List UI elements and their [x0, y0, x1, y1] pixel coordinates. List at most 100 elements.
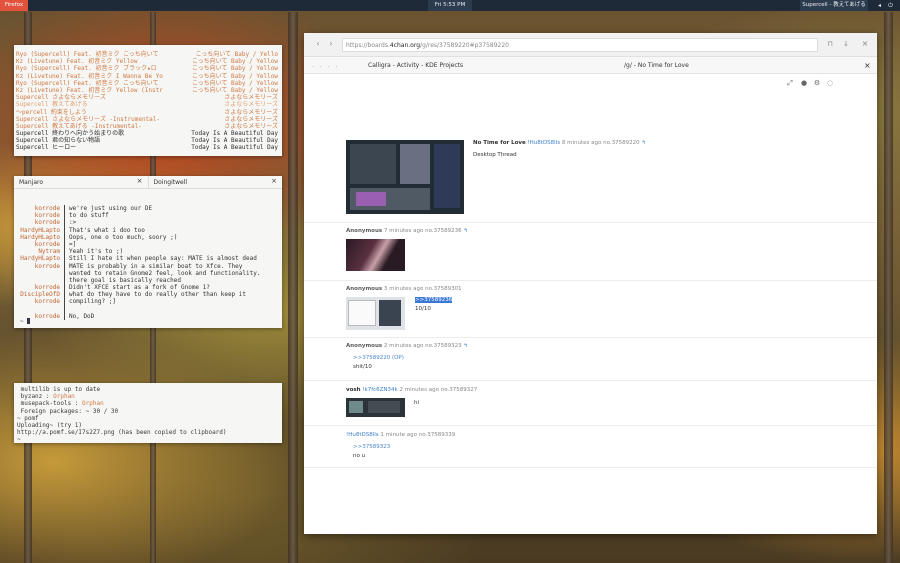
expand-icon[interactable]: ⤢	[786, 79, 794, 87]
chat-line: korrode =]	[18, 240, 278, 249]
forward-icon[interactable]: ›	[326, 39, 336, 49]
chat-icon[interactable]: ●	[800, 79, 808, 87]
thread-op: No Time for Love !Hu8tDS8lls 8 minutes a…	[304, 134, 877, 223]
close-window-icon[interactable]: ×	[860, 39, 870, 49]
browser-window[interactable]: ‹ › https://boards.4chan.org/g/res/37589…	[304, 33, 877, 534]
refresh-icon[interactable]: ◌	[826, 79, 834, 87]
post-meta[interactable]: 2 minutes ago no.37589323	[384, 343, 462, 349]
track-title: 〜percell 約束をしよう	[16, 108, 87, 116]
thumb-panel	[349, 401, 363, 413]
reader-icon[interactable]: ⊓	[825, 39, 835, 49]
message: to do stuff	[69, 212, 109, 220]
reply-icon[interactable]: ↰	[463, 343, 468, 349]
reply-post: !Hu8tDS8lls 1 minute ago no.37589339 >>3…	[304, 426, 877, 468]
message: what do they have to do really other tha…	[69, 291, 247, 299]
post-body: >>37589236 10/10	[415, 297, 453, 312]
playlist-row[interactable]: 〜percell 約束をしよう さよならメモリーズ	[16, 109, 280, 116]
status-text: Orphan	[82, 400, 104, 408]
reply-post: Anonymous 2 minutes ago no.37589323 ↰ >>…	[304, 338, 877, 381]
irc-terminal[interactable]: Manjaro × Doingitwell × korrode we're jus…	[14, 176, 282, 328]
close-icon[interactable]: ×	[137, 177, 143, 185]
tab-doingitwell[interactable]: Doingitwell ×	[147, 176, 283, 188]
line-text: Uploading~ (try 1)	[17, 421, 83, 429]
reply-post: Anonymous 3 minutes ago no.37589301 >>37…	[304, 281, 877, 338]
post-meta[interactable]: 1 minute ago no.37589339	[380, 432, 455, 438]
playlist-row[interactable]: Ryo (Supercell) Feat. 初音ミク ブラック★ロ こっち向いて …	[16, 65, 280, 72]
post-image[interactable]	[346, 239, 405, 271]
post-meta[interactable]: 3 minutes ago no.37589301	[384, 286, 462, 292]
chat-line: korrode to do stuff	[18, 212, 278, 220]
nick: korrode	[34, 298, 60, 306]
post-header: vosh !k7fc6ZN34k 2 minutes ago no.375893…	[346, 387, 477, 393]
power-icon[interactable]: ⏻	[887, 2, 894, 9]
music-player-terminal[interactable]: Ryo (Supercell) Feat. 初音ミク こっち向いて こっち向いて …	[14, 45, 282, 156]
close-icon[interactable]: ×	[271, 177, 277, 185]
playlist-row[interactable]: Ryo (Supercell) Feat. 初音ミク こっち向いて こっち向いて …	[16, 80, 280, 87]
post-meta[interactable]: 7 minutes ago no.37589236	[384, 228, 462, 234]
url-host: 4chan.org	[389, 42, 421, 49]
post-body: hi	[414, 400, 420, 406]
album-name: Today Is A Beautiful Day	[191, 144, 278, 152]
download-icon[interactable]: ↓	[841, 39, 851, 49]
post-image[interactable]	[346, 297, 405, 330]
tree-trunk	[288, 12, 298, 563]
post-image[interactable]	[346, 398, 405, 417]
post-meta[interactable]: 8 minutes ago no.37589220	[562, 140, 640, 146]
volume-icon[interactable]: ◂	[876, 2, 883, 9]
post-body: >>37589220 (OP) shit/10	[353, 355, 404, 370]
album-name: こっち向いて Baby / Yellow	[192, 65, 278, 73]
thumb-panel	[400, 144, 430, 184]
track-title: Supercell 教えてあげる	[16, 101, 88, 109]
tab-calligra[interactable]: Calligra - Activity - KDE Projects	[368, 57, 463, 74]
thumb-panel	[356, 192, 386, 206]
poster-name: Anonymous	[346, 286, 383, 292]
shell-terminal[interactable]: multilib is up to date byzanz : Orphan m…	[14, 383, 282, 443]
post-image[interactable]	[346, 140, 464, 214]
album-name: こっち向いて Baby / Yellow	[192, 79, 278, 87]
tab-manjaro[interactable]: Manjaro ×	[14, 176, 148, 188]
nick	[18, 270, 64, 277]
post-text: shit/10	[353, 364, 372, 370]
post-meta[interactable]: 2 minutes ago no.37589327	[399, 387, 477, 393]
album-name: さよならメモリーズ	[224, 108, 278, 116]
now-playing-indicator[interactable]: Supercell - 教えてあげる	[800, 0, 868, 11]
clock[interactable]: Fri 5:53 PM	[428, 0, 472, 11]
playlist-row[interactable]: Supercell 教えてあげる さよならメモリーズ	[16, 101, 280, 108]
nick: Nytram	[38, 248, 60, 256]
track-title: Supercell ヒーロー	[16, 144, 77, 152]
overflow-tabs[interactable]: ....	[312, 57, 344, 74]
quote-link[interactable]: >>37589220 (OP)	[353, 355, 404, 361]
gear-icon[interactable]: ⚙	[813, 79, 821, 87]
quote-link[interactable]: >>37589323	[353, 444, 390, 450]
page-content: ⤢ ● ⚙ ◌ No Time for Love !Hu8tDS8lls 8 m…	[304, 74, 877, 533]
post-text: no u	[353, 453, 366, 459]
tab-4chan-g[interactable]: /g/ - No Time for Love	[624, 57, 689, 74]
message: MATE is probably in a similar boat to Xf…	[69, 262, 243, 270]
firefox-launcher-button[interactable]: Firefox	[0, 0, 28, 11]
playlist-row[interactable]: Supercell さよならメモリーズ -Instrumental- さよならメモ…	[16, 116, 280, 123]
playlist-row[interactable]: Supercell 教えてあげる -Instrumental- さよならメモリーズ	[16, 123, 280, 130]
track-title: Supercell さよならメモリーズ -Instrumental-	[16, 115, 161, 123]
reply-icon[interactable]: ↰	[463, 228, 468, 234]
chat-line: there goal is basically reached	[18, 276, 278, 285]
album-name: こっち向いて Baby / Yellow	[192, 72, 278, 80]
playlist-row[interactable]: Kz (Livetune) Feat. 初音ミク I Wanna Be Yo こっ…	[16, 73, 280, 80]
chat-line: HardyHLapto Still I hate it when people s…	[18, 255, 278, 263]
album-name: さよならメモリーズ	[224, 101, 278, 109]
reply-icon[interactable]: ↰	[641, 140, 646, 146]
nick	[18, 306, 64, 313]
tab-close-icon[interactable]: ×	[864, 57, 871, 74]
message: Still I hate it when people say: MATE is…	[69, 255, 257, 263]
quote-link[interactable]: >>37589236	[415, 297, 453, 303]
chat-line: korrode compiling? ;]	[18, 298, 278, 306]
output-line: Foreign packages: ~ 30 / 30	[17, 408, 279, 415]
line-text: ~	[17, 436, 21, 443]
url-bar[interactable]: https://boards.4chan.org/g/res/37589220#…	[342, 38, 818, 52]
chat-line: korrode we're just using our DE	[18, 205, 278, 213]
chat-log: korrode we're just using our DE korrode to …	[14, 189, 282, 320]
back-icon[interactable]: ‹	[313, 39, 323, 49]
playlist-row[interactable]: Supercell ヒーロー Today Is A Beautiful Day	[16, 144, 280, 151]
playlist-row[interactable]: Supercell 君の知らない物語 Today Is A Beautiful D…	[16, 137, 280, 144]
shell-prompt[interactable]: ~	[20, 318, 31, 325]
terminal-tabbar: Manjaro × Doingitwell ×	[14, 176, 282, 189]
